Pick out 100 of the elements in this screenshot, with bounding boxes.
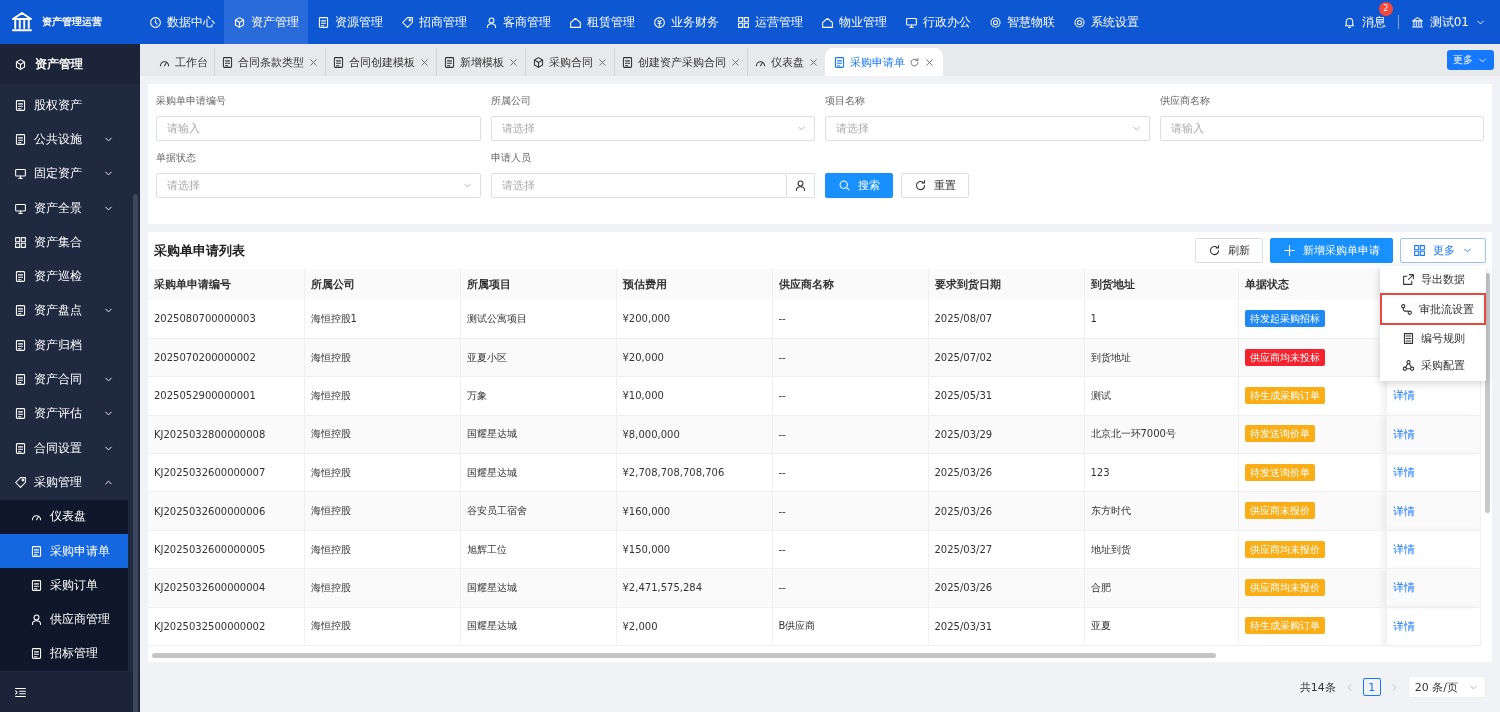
nav-item[interactable]: 招商管理 <box>392 0 476 44</box>
sidebar-item[interactable]: 资产全景 <box>0 190 128 226</box>
person-picker-field[interactable]: 请选择 <box>490 173 787 198</box>
table-cell: 2025/03/26 <box>928 568 1084 608</box>
tab[interactable]: 合同条款类型 <box>214 48 325 76</box>
menu-item[interactable]: 审批流设置 <box>1380 293 1486 325</box>
table-cell: -- <box>772 338 928 377</box>
nav-item[interactable]: 智慧物联 <box>980 0 1064 44</box>
tab[interactable]: 采购申请单 <box>825 48 943 76</box>
table-cell: KJ2025032600000006 <box>148 491 304 531</box>
person-icon <box>794 179 807 192</box>
document-icon <box>332 55 345 69</box>
sidebar-item[interactable]: 资产合同 <box>0 362 128 397</box>
sidebar-item[interactable]: 资产评估 <box>0 396 128 431</box>
table-title: 采购单申请列表 <box>154 241 245 260</box>
tab[interactable]: 创建资产采购合同 <box>614 48 747 76</box>
table-cell: ¥20,000 <box>616 338 772 377</box>
table-cell: 2025/05/31 <box>928 376 1084 416</box>
sidebar-item[interactable]: 固定资产 <box>0 156 128 191</box>
column-header: 预估费用 <box>616 269 772 300</box>
table-cell: 测试 <box>1084 376 1238 416</box>
page-size-select[interactable]: 20 条/页 <box>1407 676 1486 698</box>
nav-item[interactable]: 系统设置 <box>1064 0 1148 44</box>
sidebar-subitem[interactable]: 仪表盘 <box>0 499 128 534</box>
select-field[interactable]: 请选择 <box>156 173 481 198</box>
tab[interactable]: 采购合同 <box>525 48 614 76</box>
scrollbar[interactable] <box>152 653 1216 658</box>
clock-icon <box>149 15 162 29</box>
flow-icon <box>1400 302 1413 316</box>
tag-icon <box>14 475 27 489</box>
bank-icon <box>10 10 34 34</box>
table-cell: 亚夏小区 <box>460 338 616 377</box>
table-cell: 2025/07/02 <box>928 338 1084 377</box>
input-field[interactable]: 请输入 <box>1159 116 1484 141</box>
sidebar-item[interactable]: 股权资产 <box>0 88 128 123</box>
table-cell: -- <box>772 376 928 416</box>
collapse-menu-button[interactable] <box>14 685 27 699</box>
tab[interactable]: 合同创建模板 <box>325 48 436 76</box>
sidebar-item[interactable]: 资产集合 <box>0 225 128 260</box>
tab[interactable]: 工作台 <box>152 48 214 76</box>
select-field[interactable]: 请选择 <box>825 116 1150 141</box>
details-link[interactable]: 详情 <box>1392 503 1415 519</box>
sidebar-subitem[interactable]: 招标管理 <box>0 636 128 672</box>
table-cell: ¥200,000 <box>616 300 772 339</box>
close-icon <box>308 56 319 68</box>
person-picker-button[interactable] <box>787 173 815 198</box>
table-cell: 2025/03/27 <box>928 530 1084 569</box>
table-cell: 海恒控股 <box>304 338 460 377</box>
sidebar-item[interactable]: 合同设置 <box>0 430 128 466</box>
nav-item[interactable]: 资源管理 <box>308 0 392 44</box>
sidebar-item[interactable]: 资产盘点 <box>0 293 128 329</box>
table-cell: -- <box>772 530 928 569</box>
nav-item[interactable]: 物业管理 <box>812 0 896 44</box>
table-cell: 到货地址 <box>1084 338 1238 377</box>
scrollbar[interactable] <box>133 194 138 712</box>
nav-item[interactable]: 业务财务 <box>644 0 728 44</box>
sidebar-subitem[interactable]: 供应商管理 <box>0 602 128 637</box>
details-link[interactable]: 详情 <box>1392 542 1415 558</box>
reset-button[interactable]: 重置 <box>901 173 969 198</box>
gear-icon <box>1073 15 1086 29</box>
coin-icon <box>653 15 666 29</box>
sidebar-subitem[interactable]: 采购订单 <box>0 568 128 603</box>
sidebar-subitem[interactable]: 采购申请单 <box>0 533 128 569</box>
more-button[interactable]: 更多 <box>1400 238 1486 263</box>
table-cell: 海恒控股 <box>304 530 460 569</box>
nav-item[interactable]: 租赁管理 <box>560 0 644 44</box>
document-icon <box>14 407 27 421</box>
nav-item[interactable]: 客商管理 <box>476 0 560 44</box>
scrollbar[interactable] <box>1485 273 1490 513</box>
sidebar-item[interactable]: 采购管理 <box>0 465 128 500</box>
refresh-button[interactable]: 刷新 <box>1195 238 1263 263</box>
status-tag: 供应商未报价 <box>1244 502 1315 520</box>
input-field[interactable]: 请输入 <box>156 116 481 141</box>
nav-item[interactable]: 数据中心 <box>140 0 224 44</box>
grid-icon <box>14 235 27 249</box>
tab[interactable]: 新增模板 <box>436 48 525 76</box>
monitor-icon <box>905 15 918 29</box>
sidebar-item[interactable]: 公共设施 <box>0 122 128 157</box>
select-field[interactable]: 请选择 <box>490 116 815 141</box>
messages-button[interactable]: 消息 <box>1342 13 1386 31</box>
menu-item[interactable]: 采购配置 <box>1380 352 1486 379</box>
sidebar-item[interactable]: 资产归档 <box>0 328 128 363</box>
nodes-icon <box>1402 359 1415 372</box>
table-cell: 海恒控股 <box>304 415 460 454</box>
details-link[interactable]: 详情 <box>1392 580 1415 596</box>
nav-item[interactable]: 资产管理 <box>224 0 308 44</box>
document-icon <box>30 578 43 592</box>
page-button[interactable]: 1 <box>1362 678 1381 696</box>
user-menu[interactable]: 测试01 <box>1410 13 1486 31</box>
more-tabs-button[interactable]: 更多 <box>1447 50 1494 70</box>
nav-item[interactable]: 运营管理 <box>728 0 812 44</box>
nav-item[interactable]: 行政办公 <box>896 0 980 44</box>
details-link[interactable]: 详情 <box>1392 465 1415 481</box>
menu-item[interactable]: 编号规则 <box>1380 325 1486 352</box>
sidebar-item[interactable]: 资产巡检 <box>0 259 128 294</box>
bell-icon <box>1342 15 1356 29</box>
details-link[interactable]: 详情 <box>1392 388 1415 404</box>
details-link[interactable]: 详情 <box>1392 618 1415 634</box>
document-icon <box>833 55 846 69</box>
details-link[interactable]: 详情 <box>1392 426 1415 442</box>
